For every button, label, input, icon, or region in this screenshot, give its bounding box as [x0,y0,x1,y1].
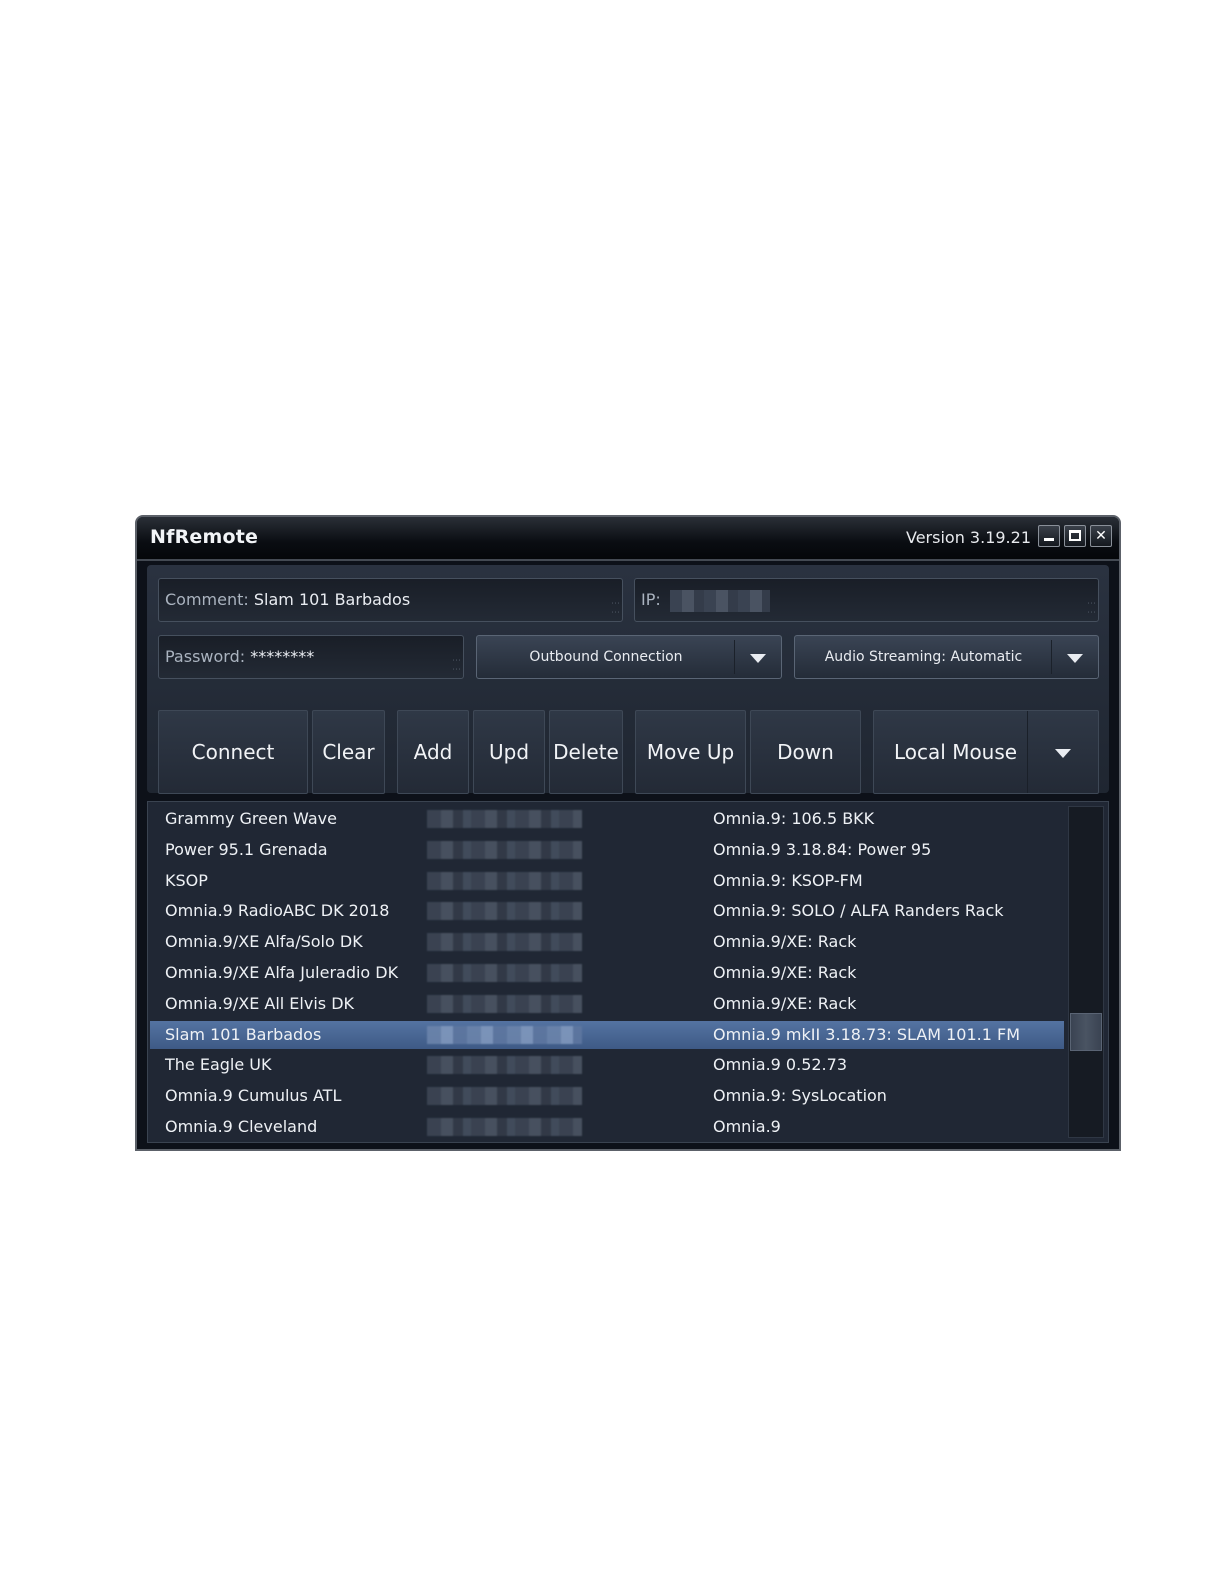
scrollbar[interactable] [1068,806,1104,1138]
device-type: Omnia.9: SOLO / ALFA Randers Rack [713,901,1004,921]
device-type: Omnia.9 [713,1117,781,1136]
device-name: Slam 101 Barbados [165,1024,322,1044]
device-type: Omnia.9: 106.5 BKK [713,809,875,828]
version-label: Version 3.19.21 [906,528,1031,547]
connection-mode-value: Outbound Connection [529,649,683,665]
minimize-icon[interactable] [1038,525,1060,547]
device-rows: Grammy Green Wave Omnia.9: 106.5 BKK Power… [148,802,1064,1142]
list-item[interactable]: Omnia.9 Cleveland Omnia.9 [150,1113,1064,1141]
nfremote-window: NfRemote Version 3.19.21 ✕ Comment: Slam… [135,515,1121,1151]
device-type: Omnia.9: KSOP-FM [713,870,863,890]
password-value: ******** [250,647,315,666]
address-redacted [427,1087,582,1106]
comment-field[interactable]: Comment: Slam 101 Barbados ⋯ ⋯ [158,578,623,622]
chevron-down-icon [1055,749,1071,758]
device-name: Omnia.9 RadioABC DK 2018 [165,901,390,921]
list-item[interactable]: Power 95.1 Grenada Omnia.9 3.18.84: Power… [150,836,1064,864]
add-button[interactable]: Add [397,710,469,794]
address-redacted [427,1056,582,1075]
local-mouse-label: Local Mouse [894,740,1018,764]
address-redacted [427,871,582,890]
device-name: Power 95.1 Grenada [165,839,328,859]
address-redacted [427,964,582,982]
device-type: Omnia.9/XE: Rack [713,932,857,952]
audio-streaming-value: Audio Streaming: Automatic [824,649,1023,665]
address-redacted [427,994,582,1013]
list-item[interactable]: Omnia.9/XE Alfa Juleradio DK Omnia.9/XE: … [150,959,1064,987]
maximize-icon[interactable] [1064,525,1086,547]
address-redacted [427,1025,582,1044]
device-name: Grammy Green Wave [165,809,337,828]
list-item[interactable]: The Eagle UK Omnia.9 0.52.73 [150,1051,1064,1079]
scrollbar-thumb[interactable] [1070,1013,1102,1051]
clear-button[interactable]: Clear [312,710,385,794]
device-name: Omnia.9/XE All Elvis DK [165,993,355,1013]
device-name: Omnia.9 Cumulus ATL [165,1086,342,1106]
device-type: Omnia.9/XE: Rack [713,993,857,1013]
ip-label: IP: [641,590,661,609]
address-redacted [427,1118,582,1136]
list-item[interactable]: Omnia.9/XE All Elvis DK Omnia.9/XE: Rack [150,990,1064,1018]
ip-value-redacted [669,589,770,612]
close-icon[interactable]: ✕ [1090,525,1112,547]
list-item[interactable]: Omnia.9 RadioABC DK 2018 Omnia.9: SOLO / … [150,897,1064,925]
chevron-down-icon [1067,654,1083,663]
device-name: KSOP [165,870,208,890]
device-name: Omnia.9/XE Alfa/Solo DK [165,932,363,952]
device-list[interactable]: Grammy Green Wave Omnia.9: 106.5 BKK Power… [147,801,1109,1143]
device-type: Omnia.9/XE: Rack [713,963,857,982]
address-redacted [427,902,582,921]
device-name: Omnia.9/XE Alfa Juleradio DK [165,963,399,982]
connection-mode-dropdown[interactable]: Outbound Connection [476,635,782,679]
address-redacted [427,840,582,859]
list-item[interactable]: Grammy Green Wave Omnia.9: 106.5 BKK [150,805,1064,833]
list-item[interactable]: Omnia.9 Cumulus ATL Omnia.9: SysLocation [150,1082,1064,1110]
comment-label: Comment: [165,590,249,609]
title-bar[interactable]: NfRemote Version 3.19.21 ✕ [137,517,1119,561]
connection-panel: Comment: Slam 101 Barbados ⋯ ⋯ IP: ⋯ ⋯ Pas… [147,565,1109,794]
device-type: Omnia.9 3.18.84: Power 95 [713,839,932,859]
list-item[interactable]: Omnia.9/XE Alfa/Solo DK Omnia.9/XE: Rack [150,928,1064,956]
device-name: Omnia.9 Cleveland [165,1117,318,1136]
password-label: Password: [165,647,246,666]
device-name: The Eagle UK [165,1055,272,1075]
local-mouse-dropdown[interactable]: Local Mouse [873,710,1099,794]
connect-button[interactable]: Connect [158,710,308,794]
comment-value: Slam 101 Barbados [253,590,411,609]
device-type: Omnia.9 0.52.73 [713,1055,847,1075]
resize-grip-icon: ⋯ ⋯ [452,656,461,675]
move-down-button[interactable]: Down [750,710,861,794]
password-field[interactable]: Password: ******** ⋯ ⋯ [158,635,464,679]
device-type: Omnia.9 mkII 3.18.73: SLAM 101.1 FM [713,1024,1021,1044]
resize-grip-icon: ⋯ ⋯ [611,599,620,618]
list-item[interactable]: Slam 101 Barbados Omnia.9 mkII 3.18.73: S… [150,1020,1064,1049]
device-type: Omnia.9: SysLocation [713,1086,887,1106]
ip-field[interactable]: IP: ⋯ ⋯ [634,578,1099,622]
move-up-button[interactable]: Move Up [635,710,746,794]
chevron-down-icon [750,654,766,663]
app-title: NfRemote [150,526,259,548]
list-item[interactable]: KSOP Omnia.9: KSOP-FM [150,867,1064,895]
upd-button[interactable]: Upd [473,710,545,794]
delete-button[interactable]: Delete [549,710,623,794]
address-redacted [427,933,582,952]
resize-grip-icon: ⋯ ⋯ [1087,599,1096,618]
audio-streaming-dropdown[interactable]: Audio Streaming: Automatic [794,635,1099,679]
address-redacted [427,810,582,828]
